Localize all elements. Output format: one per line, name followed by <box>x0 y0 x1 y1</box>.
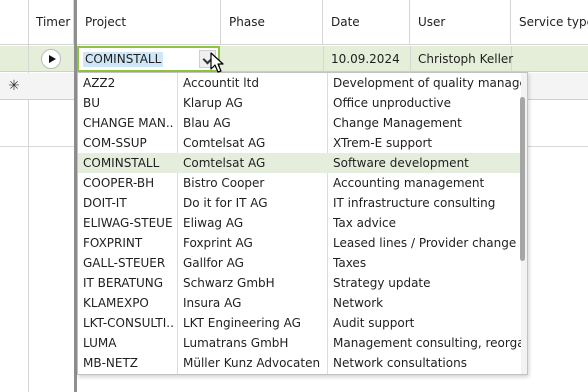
dropdown-item[interactable]: ELIWAG-STEUER Eliwag AG Tax advice <box>78 213 521 233</box>
dropdown-item[interactable]: LUMA Lumatrans GmbH Management consultin… <box>78 333 525 353</box>
item-customer: Insura AG <box>183 296 242 310</box>
item-description: Network <box>333 296 384 310</box>
col-header-timer[interactable]: Timer <box>29 0 74 45</box>
col-header-service-type[interactable]: Service type <box>511 0 588 45</box>
item-description: Taxes <box>333 256 367 270</box>
item-code: LKT-CONSULTI... <box>83 316 173 330</box>
dropdown-item[interactable]: BU Klarup AG Office unproductive <box>78 93 521 113</box>
dropdown-item[interactable]: COM-SSUP Comtelsat AG XTrem-E support <box>78 133 521 153</box>
item-customer: LKT Engineering AG <box>183 316 301 330</box>
item-code: COMINSTALL <box>83 156 160 170</box>
item-code: LUMA <box>83 336 117 350</box>
item-description: Network consultations <box>333 356 467 370</box>
date-cell[interactable]: 10.09.2024 <box>331 46 400 72</box>
dropdown-item[interactable]: MB-NETZ Müller Kunz Advocaten Network co… <box>78 353 521 373</box>
dropdown-item[interactable]: CHANGE MAN... Blau AG Change Management <box>78 113 521 133</box>
item-description: Strategy update <box>333 276 431 290</box>
dropdown-item[interactable]: LKT-CONSULTI... LKT Engineering AG Audit… <box>78 313 521 333</box>
project-input[interactable]: COMINSTALL <box>83 52 164 67</box>
item-code: AZZ2 <box>83 76 116 90</box>
play-icon[interactable] <box>41 49 61 69</box>
dropdown-item[interactable]: AZZ2 Accountit ltd Development of qualit… <box>78 73 525 93</box>
dropdown-scrollbar-thumb[interactable] <box>520 97 525 261</box>
item-code: DOIT-IT <box>83 196 127 210</box>
item-description: Accounting management <box>333 176 485 190</box>
item-customer: Schwarz GmbH <box>183 276 275 290</box>
item-code: FOXPRINT <box>83 236 143 250</box>
header-spacer <box>0 0 29 45</box>
dropdown-item[interactable]: DOIT-IT Do it for IT AG IT infrastructur… <box>78 193 521 213</box>
item-customer: Foxprint AG <box>183 236 253 250</box>
project-dropdown-list[interactable]: AZZ2 Accountit ltd Development of qualit… <box>77 72 528 375</box>
item-description: Development of quality manage... <box>333 76 525 90</box>
dropdown-item[interactable]: GALL-STEUER Gallfor AG Taxes <box>78 253 521 273</box>
item-customer: Lumatrans GmbH <box>183 336 289 350</box>
item-description: IT infrastructure consulting <box>333 196 496 210</box>
dropdown-item[interactable]: IT BERATUNG Schwarz GmbH Strategy update <box>78 273 521 293</box>
item-code: CHANGE MAN... <box>83 116 173 130</box>
item-customer: Eliwag AG <box>183 216 244 230</box>
item-code: IT BERATUNG <box>83 276 164 290</box>
item-code: KLAMEXPO <box>83 296 149 310</box>
item-code: BU <box>83 96 101 110</box>
item-description: Leased lines / Provider change <box>333 236 517 250</box>
item-description: Audit support <box>333 316 415 330</box>
mouse-cursor-icon <box>210 52 224 73</box>
item-code: ELIWAG-STEUER <box>83 216 173 230</box>
item-customer: Müller Kunz Advocaten <box>183 356 321 370</box>
item-customer: Blau AG <box>183 116 231 130</box>
user-cell[interactable]: Christoph Keller <box>418 46 513 72</box>
item-customer: Klarup AG <box>183 96 243 110</box>
item-description: XTrem-E support <box>333 136 433 150</box>
item-customer: Comtelsat AG <box>183 136 266 150</box>
item-customer: Bistro Cooper <box>183 176 265 190</box>
item-code: MB-NETZ <box>83 356 139 370</box>
item-description: Office unproductive <box>333 96 452 110</box>
dropdown-item[interactable]: COOPER-BH Bistro Cooper Accounting manag… <box>78 173 521 193</box>
col-header-date[interactable]: Date <box>323 0 410 45</box>
dropdown-item[interactable]: KLAMEXPO Insura AG Network <box>78 293 521 313</box>
item-description: Change Management <box>333 116 462 130</box>
item-code: COOPER-BH <box>83 176 155 190</box>
col-header-user[interactable]: User <box>410 0 511 45</box>
item-code: COM-SSUP <box>83 136 147 150</box>
project-combobox[interactable]: COMINSTALL <box>77 46 220 72</box>
col-header-project[interactable]: Project <box>77 0 221 45</box>
dropdown-item[interactable]: FOXPRINT Foxprint AG Leased lines / Prov… <box>78 233 521 253</box>
grid-header: Timer Project Phase Date User Service ty… <box>0 0 588 45</box>
item-customer: Comtelsat AG <box>183 156 266 170</box>
item-code: GALL-STEUER <box>83 256 166 270</box>
new-row-asterisk-icon: ✳ <box>8 78 20 94</box>
item-description: Management consulting, reorgani... <box>333 336 525 350</box>
col-header-phase[interactable]: Phase <box>221 0 323 45</box>
item-description: Software development <box>333 156 469 170</box>
item-customer: Do it for IT AG <box>183 196 268 210</box>
dropdown-item-selected[interactable]: COMINSTALL Comtelsat AG Software develop… <box>78 153 521 173</box>
item-customer: Accountit ltd <box>183 76 259 90</box>
item-description: Tax advice <box>333 216 396 230</box>
item-customer: Gallfor AG <box>183 256 244 270</box>
